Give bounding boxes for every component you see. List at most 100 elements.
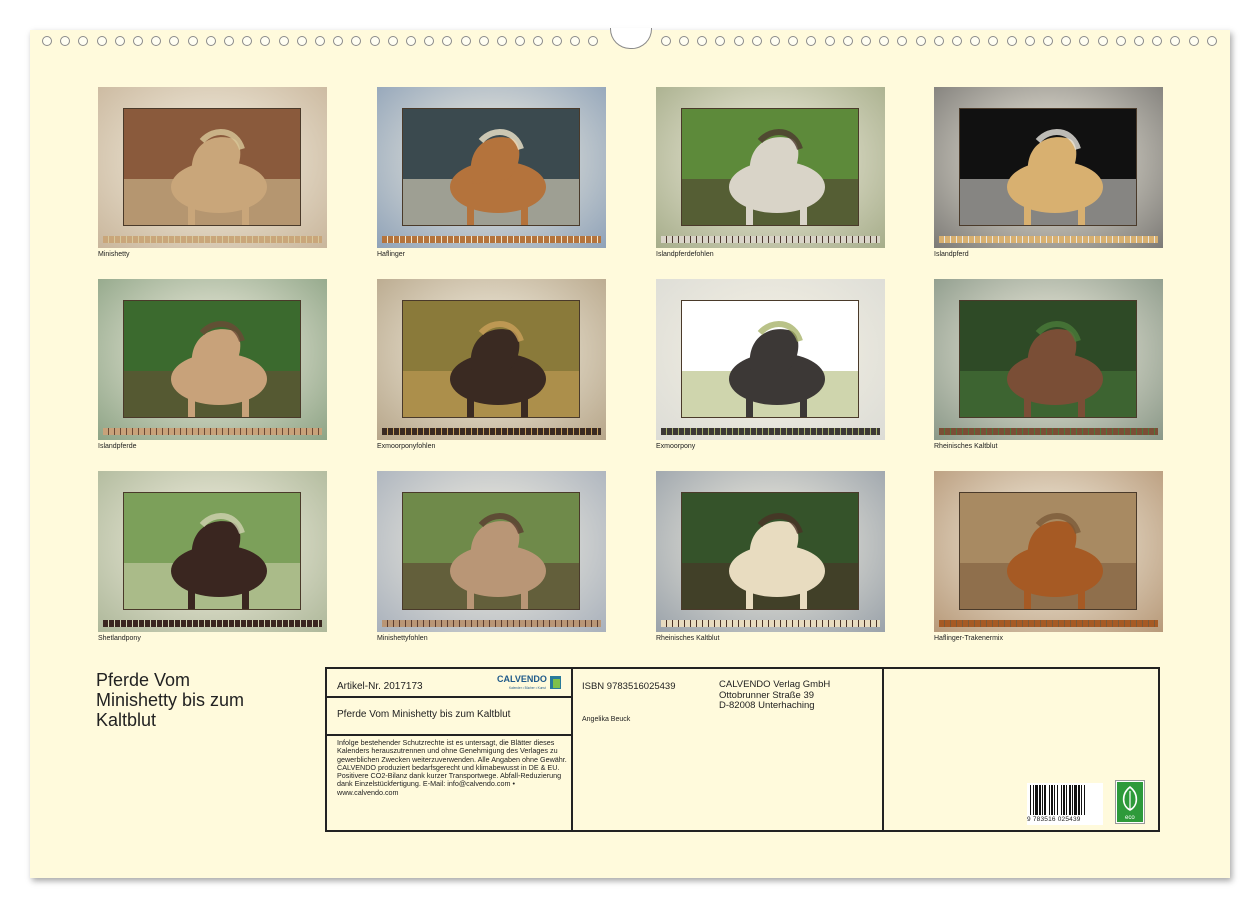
horse-photo <box>402 300 580 418</box>
month-tile: Haflinger-Trakenermix <box>934 471 1163 642</box>
binding-ring <box>752 36 762 46</box>
binding-ring <box>224 36 234 46</box>
calendar-title-line: Minishetty bis zum <box>96 690 245 710</box>
horse-photo <box>959 492 1137 610</box>
product-info-box: Artikel-Nr. 2017173 CALVENDO Kalender • … <box>325 667 1160 832</box>
horse-photo <box>959 108 1137 226</box>
binding-ring <box>916 36 926 46</box>
binding-ring <box>1007 36 1017 46</box>
horse-photo <box>681 492 859 610</box>
divider <box>327 734 571 736</box>
month-tile: Islandpferde <box>98 279 327 450</box>
binding-ring <box>1189 36 1199 46</box>
month-date-strip <box>382 236 601 243</box>
binding-ring <box>188 36 198 46</box>
horse-photo <box>681 300 859 418</box>
photo-caption: Haflinger-Trakenermix <box>934 635 1003 642</box>
binding-ring <box>42 36 52 46</box>
binding-ring <box>133 36 143 46</box>
eco-badge: eco <box>1116 781 1144 823</box>
month-tile: Shetlandpony <box>98 471 327 642</box>
month-date-strip <box>661 428 880 435</box>
binding-ring <box>1207 36 1217 46</box>
binding-ring <box>934 36 944 46</box>
binding-ring <box>406 36 416 46</box>
horse-photo <box>402 108 580 226</box>
binding-ring <box>78 36 88 46</box>
binding-ring <box>315 36 325 46</box>
photo-caption: Exmoorponyfohlen <box>377 443 436 450</box>
binding-ring <box>588 36 598 46</box>
binding-ring <box>97 36 107 46</box>
binding-ring <box>970 36 980 46</box>
horse-photo <box>402 492 580 610</box>
binding-ring <box>533 36 543 46</box>
binding-ring <box>697 36 707 46</box>
binding-ring <box>1170 36 1180 46</box>
binding-ring <box>879 36 889 46</box>
binding-ring <box>242 36 252 46</box>
binding-ring <box>60 36 70 46</box>
binding-ring <box>206 36 216 46</box>
binding-ring <box>479 36 489 46</box>
binding-ring <box>1061 36 1071 46</box>
binding-ring <box>151 36 161 46</box>
horse-photo <box>681 108 859 226</box>
binding-ring <box>370 36 380 46</box>
photo-caption: Rheinisches Kaltblut <box>934 443 998 450</box>
binding-ring <box>169 36 179 46</box>
binding-ring <box>679 36 689 46</box>
author: Angelika Beuck <box>582 716 631 723</box>
month-date-strip <box>939 236 1158 243</box>
calendar-title: Pferde Vom Minishetty bis zum Kaltblut <box>96 670 296 730</box>
product-title: Pferde Vom Minishetty bis zum Kaltblut <box>337 709 511 720</box>
publisher-line: CALVENDO Verlag GmbH <box>719 679 831 690</box>
calendar-back-cover: Minishetty Haflinger Islandpferdefohlen Isl… <box>30 28 1230 878</box>
horse-photo <box>123 300 301 418</box>
binding-ring <box>461 36 471 46</box>
month-tile: Islandpferdefohlen <box>656 87 885 258</box>
month-tile: Islandpferd <box>934 87 1163 258</box>
month-date-strip <box>382 428 601 435</box>
publisher-line: D-82008 Unterhaching <box>719 700 815 711</box>
binding-ring <box>897 36 907 46</box>
month-date-strip <box>661 236 880 243</box>
binding-ring <box>734 36 744 46</box>
binding-ring <box>442 36 452 46</box>
calvendo-logo-subtext: Kalender • Bücher • Kunst <box>509 686 546 690</box>
binding-ring <box>570 36 580 46</box>
binding-ring <box>952 36 962 46</box>
photo-caption: Minishettyfohlen <box>377 635 428 642</box>
binding-ring <box>279 36 289 46</box>
month-date-strip <box>103 428 322 435</box>
month-date-strip <box>103 236 322 243</box>
binding-ring <box>988 36 998 46</box>
binding-ring <box>115 36 125 46</box>
month-tile: Minishetty <box>98 87 327 258</box>
binding-ring <box>1134 36 1144 46</box>
binding-ring <box>806 36 816 46</box>
month-tile: Haflinger <box>377 87 606 258</box>
binding-ring <box>351 36 361 46</box>
binding-ring <box>861 36 871 46</box>
binding-ring <box>515 36 525 46</box>
month-date-strip <box>939 620 1158 627</box>
month-tile: Rheinisches Kaltblut <box>934 279 1163 450</box>
photo-caption: Islandpferde <box>98 443 137 450</box>
isbn: ISBN 9783516025439 <box>582 681 676 692</box>
photo-caption: Shetlandpony <box>98 635 141 642</box>
publisher-address: CALVENDO Verlag GmbH Ottobrunner Straße … <box>719 679 831 712</box>
horse-photo <box>959 300 1137 418</box>
month-tile: Exmoorpony <box>656 279 885 450</box>
eco-label: eco <box>1125 815 1135 821</box>
binding-ring <box>1025 36 1035 46</box>
month-date-strip <box>939 428 1158 435</box>
photo-caption: Haflinger <box>377 251 406 258</box>
binding-ring <box>552 36 562 46</box>
binding-ring <box>1098 36 1108 46</box>
month-date-strip <box>661 620 880 627</box>
calendar-title-line: Kaltblut <box>96 710 157 730</box>
binding-ring <box>297 36 307 46</box>
binding-ring <box>333 36 343 46</box>
divider <box>571 669 573 830</box>
